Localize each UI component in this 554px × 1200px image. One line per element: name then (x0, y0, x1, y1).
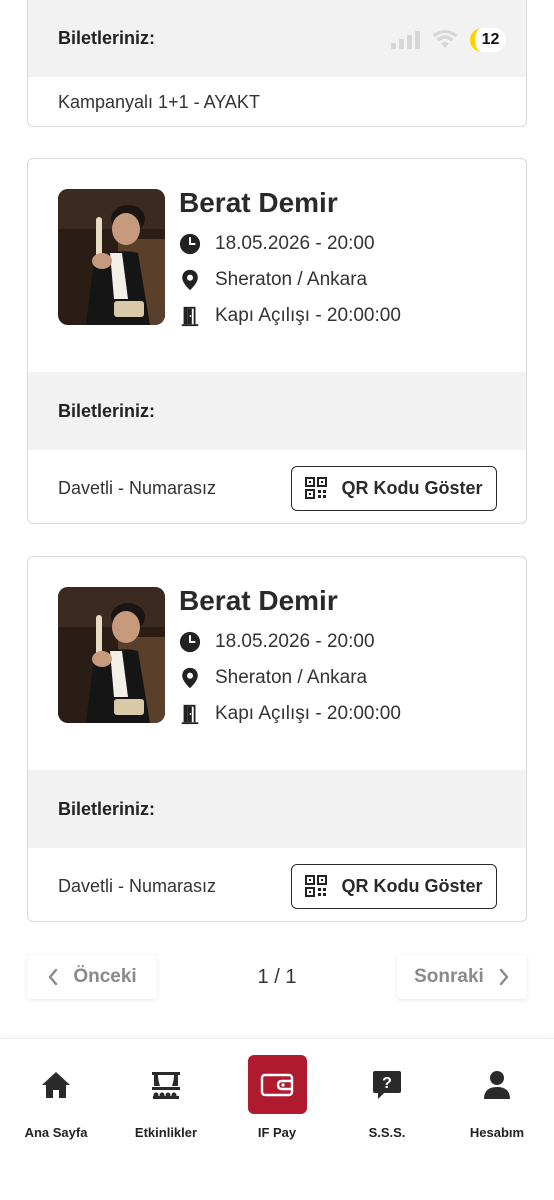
tickets-header: Biletleriniz: (28, 770, 526, 848)
event-venue: Sheraton / Ankara (179, 269, 367, 291)
clock-icon (179, 233, 201, 255)
event-doors-text: Kapı Açılışı - 20:00:00 (215, 305, 401, 326)
faq-icon: ? (371, 1069, 403, 1101)
ticket-type: Davetli - Numarasız (58, 875, 217, 896)
event-venue-text: Sheraton / Ankara (215, 667, 368, 688)
home-icon (40, 1069, 72, 1101)
nav-label: IF Pay (257, 1125, 297, 1140)
chevron-right-icon (499, 968, 509, 986)
previous-page-label: Önceki (73, 966, 137, 987)
svg-text:?: ? (382, 1075, 392, 1092)
event-doors: Kapı Açılışı - 20:00:00 (179, 305, 401, 327)
tickets-screen: 12 Biletleriniz: Kampanyalı 1+1 - AYAKT (0, 0, 554, 1200)
ticket-type-row: Davetli - Numarasız QR Kodu Göster (28, 450, 526, 523)
location-pin-icon (182, 269, 198, 291)
stage-icon (150, 1069, 182, 1101)
event-venue-text: Sheraton / Ankara (215, 269, 368, 290)
door-icon (181, 306, 199, 327)
page-counter: 1 / 1 (257, 965, 297, 988)
signal-icon (391, 31, 420, 49)
event-card: Berat Demir 18.05.2026 - 20:00 Sheraton … (27, 556, 527, 922)
chevron-left-icon (49, 968, 58, 986)
event-datetime: 18.05.2026 - 20:00 (179, 233, 375, 255)
nav-item-account[interactable]: Hesabım (442, 1039, 552, 1159)
event-doors-text: Kapı Açılışı - 20:00:00 (215, 703, 401, 724)
previous-page-button[interactable]: Önceki (27, 955, 157, 999)
ticket-type-row: Davetli - Numarasız QR Kodu Göster (28, 848, 526, 921)
event-datetime-text: 18.05.2026 - 20:00 (215, 631, 375, 652)
qr-code-icon (305, 875, 328, 897)
nav-label: Hesabım (469, 1125, 525, 1140)
nav-label: Ana Sayfa (24, 1125, 88, 1140)
nav-item-ifpay[interactable]: IF Pay (222, 1039, 332, 1159)
door-icon (181, 704, 199, 725)
show-qr-button[interactable]: QR Kodu Göster (291, 863, 497, 909)
clock-icon (179, 631, 201, 653)
event-thumbnail[interactable] (58, 189, 165, 325)
nav-label: Etkinlikler (134, 1125, 198, 1140)
location-pin-icon (182, 667, 198, 689)
ticket-type-row: Kampanyalı 1+1 - AYAKT (28, 77, 526, 126)
event-info: Berat Demir 18.05.2026 - 20:00 Sheraton … (28, 159, 526, 372)
ticket-type: Kampanyalı 1+1 - AYAKT (58, 91, 260, 112)
nav-item-faq[interactable]: ? S.S.S. (332, 1039, 442, 1159)
next-page-label: Sonraki (414, 966, 484, 987)
ifpay-button[interactable] (247, 1055, 307, 1114)
event-card: Berat Demir 18.05.2026 - 20:00 Sheraton … (27, 158, 527, 524)
wallet-icon (260, 1073, 294, 1096)
artist-name: Berat Demir (179, 187, 338, 218)
bottom-navigation: Ana Sayfa Etkinlikler IF Pay ? S.S.S. He… (0, 1038, 554, 1200)
ticket-type: Davetli - Numarasız (58, 477, 217, 498)
show-qr-label: QR Kodu Göster (341, 477, 483, 498)
tickets-header: Biletleriniz: (28, 372, 526, 450)
show-qr-label: QR Kodu Göster (341, 875, 483, 896)
nav-label: S.S.S. (368, 1125, 406, 1140)
nav-item-home[interactable]: Ana Sayfa (1, 1039, 111, 1159)
event-thumbnail[interactable] (58, 587, 165, 723)
show-qr-button[interactable]: QR Kodu Göster (291, 465, 497, 511)
wifi-icon (432, 30, 458, 48)
event-datetime: 18.05.2026 - 20:00 (179, 631, 375, 653)
event-info: Berat Demir 18.05.2026 - 20:00 Sheraton … (28, 557, 526, 770)
artist-name: Berat Demir (179, 585, 338, 616)
event-doors: Kapı Açılışı - 20:00:00 (179, 703, 401, 725)
user-icon (481, 1069, 513, 1101)
nav-item-events[interactable]: Etkinlikler (111, 1039, 221, 1159)
pagination: Önceki 1 / 1 Sonraki (27, 955, 527, 999)
qr-code-icon (305, 477, 328, 499)
battery-indicator: 12 (470, 28, 506, 52)
event-venue: Sheraton / Ankara (179, 667, 367, 689)
next-page-button[interactable]: Sonraki (396, 955, 527, 999)
status-bar: 12 (0, 0, 554, 76)
status-icons: 12 (391, 28, 506, 52)
event-datetime-text: 18.05.2026 - 20:00 (215, 233, 375, 254)
